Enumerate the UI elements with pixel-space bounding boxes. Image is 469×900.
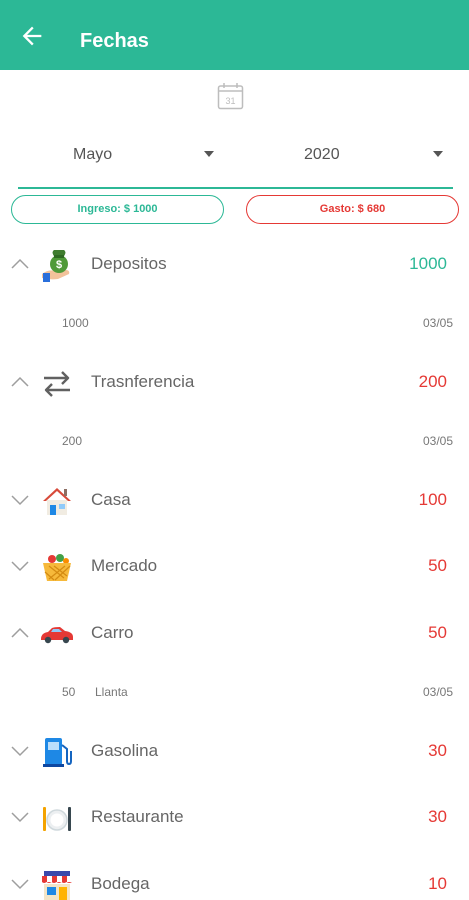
category-row-casa[interactable]: Casa 100 xyxy=(0,480,469,520)
category-name: Mercado xyxy=(91,556,158,575)
plate-cutlery-icon xyxy=(43,807,71,831)
category-total: 200 xyxy=(418,372,447,391)
category-name: Restaurante xyxy=(91,807,184,826)
entry-date: 03/05 xyxy=(422,685,453,699)
income-summary-button[interactable]: Ingreso: $ 1000 xyxy=(11,195,224,224)
gas-pump-icon xyxy=(43,738,72,767)
dropdown-arrow-icon xyxy=(204,151,214,157)
category-row-mercado[interactable]: Mercado 50 xyxy=(0,546,469,586)
category-row-bodega[interactable]: Bodega 10 xyxy=(0,864,469,900)
category-row-restaurante[interactable]: Restaurante 30 xyxy=(0,797,469,837)
chevron-up-icon[interactable] xyxy=(10,374,30,390)
entry-date: 03/05 xyxy=(422,434,453,448)
app-bar: Fechas xyxy=(0,0,469,70)
chevron-down-icon[interactable] xyxy=(10,809,30,825)
category-row-gasolina[interactable]: Gasolina 30 xyxy=(0,731,469,771)
page-title: Fechas xyxy=(80,30,149,52)
category-total: 10 xyxy=(428,874,447,893)
entry-row[interactable]: 200 03/05 xyxy=(0,431,469,451)
entry-note: Llanta xyxy=(95,685,128,699)
chevron-up-icon[interactable] xyxy=(10,256,30,272)
category-total: 1000 xyxy=(409,254,447,273)
chevron-down-icon[interactable] xyxy=(10,876,30,892)
category-total: 50 xyxy=(428,556,447,575)
category-row-trasnferencia[interactable]: Trasnferencia 200 xyxy=(0,362,469,402)
transfer-arrows-icon xyxy=(44,371,70,397)
category-total: 30 xyxy=(428,807,447,826)
basket-icon xyxy=(43,554,71,581)
calendar-icon[interactable]: 31 xyxy=(217,82,244,110)
svg-text:$: $ xyxy=(56,259,62,271)
entry-amount: 1000 xyxy=(62,316,89,330)
month-select[interactable]: Mayo xyxy=(18,142,228,168)
picker-underline xyxy=(18,187,453,189)
category-name: Gasolina xyxy=(91,741,159,760)
month-value: Mayo xyxy=(73,146,113,163)
category-total: 100 xyxy=(418,490,447,509)
category-name: Depositos xyxy=(91,254,167,273)
category-row-depositos[interactable]: $ Depositos 1000 xyxy=(0,244,469,284)
money-bag-icon: $ xyxy=(42,250,70,282)
house-icon xyxy=(43,488,71,515)
year-value: 2020 xyxy=(304,146,340,163)
category-name: Bodega xyxy=(91,874,150,893)
category-total: 50 xyxy=(428,623,447,642)
category-name: Trasnferencia xyxy=(91,372,195,391)
entry-amount: 200 xyxy=(62,434,83,448)
entry-date: 03/05 xyxy=(422,316,453,330)
year-select[interactable]: 2020 xyxy=(245,142,455,168)
chevron-down-icon[interactable] xyxy=(10,743,30,759)
entry-row[interactable]: 50 Llanta 03/05 xyxy=(0,682,469,702)
store-icon xyxy=(42,871,72,900)
car-icon xyxy=(41,627,73,644)
chevron-down-icon[interactable] xyxy=(10,492,30,508)
dropdown-arrow-icon xyxy=(433,151,443,157)
category-row-carro[interactable]: Carro 50 xyxy=(0,613,469,653)
category-total: 30 xyxy=(428,741,447,760)
chevron-down-icon[interactable] xyxy=(10,558,30,574)
category-name: Casa xyxy=(91,490,131,509)
expense-summary-button[interactable]: Gasto: $ 680 xyxy=(246,195,459,224)
category-name: Carro xyxy=(91,623,134,642)
entry-row[interactable]: 1000 03/05 xyxy=(0,313,469,333)
calendar-day: 31 xyxy=(225,96,235,106)
chevron-up-icon[interactable] xyxy=(10,625,30,641)
entry-amount: 50 xyxy=(62,685,76,699)
back-arrow-icon[interactable] xyxy=(18,22,46,50)
